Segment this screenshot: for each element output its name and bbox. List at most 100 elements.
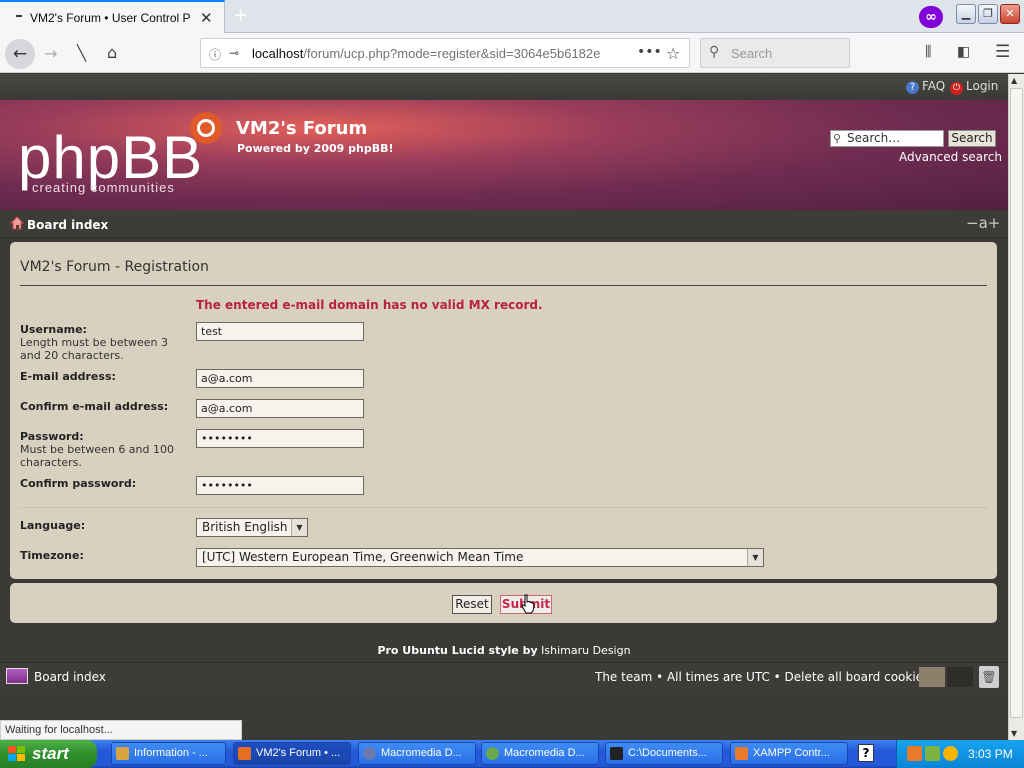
- email-field[interactable]: a@a.com: [196, 369, 364, 388]
- board-index-icon: [6, 668, 28, 684]
- forum-search-button[interactable]: Search: [948, 130, 996, 147]
- username-label: Username:: [20, 323, 87, 336]
- power-icon: ⏻: [950, 82, 963, 95]
- top-links-bar: ? FAQ ⏻ Login: [0, 74, 1008, 100]
- advanced-search-link[interactable]: Advanced search: [899, 150, 1002, 164]
- style-swatch-light[interactable]: [919, 667, 945, 687]
- xampp-tray-icon[interactable]: [907, 746, 922, 761]
- hamburger-menu-icon[interactable]: ☰: [995, 42, 1010, 62]
- search-tray-icon[interactable]: [943, 746, 958, 761]
- faq-link[interactable]: ? FAQ: [906, 79, 945, 94]
- language-label: Language:: [20, 519, 86, 532]
- url-bar[interactable]: ⓘ ⊸ localhost/forum/ucp.php?mode=registe…: [200, 38, 690, 68]
- phpbb-logo[interactable]: phpBB: [18, 128, 203, 188]
- search-icon: ⚲: [833, 132, 842, 145]
- site-title: VM2's Forum: [236, 118, 368, 139]
- login-link[interactable]: ⏻ Login: [950, 79, 998, 95]
- new-tab-icon[interactable]: +: [233, 5, 248, 26]
- stop-loading-button[interactable]: ╲: [77, 44, 86, 62]
- network-tray-icon[interactable]: [925, 746, 940, 761]
- forum-search-input[interactable]: ⚲ Search…: [830, 130, 944, 147]
- confirm-password-label: Confirm password:: [20, 477, 137, 490]
- site-description: Powered by 2009 phpBB!: [237, 142, 394, 155]
- footer-bar: Board index The team • All times are UTC…: [0, 662, 1008, 690]
- url-text[interactable]: localhost/forum/ucp.php?mode=register&si…: [252, 46, 602, 61]
- restore-button[interactable]: ❐: [978, 4, 998, 24]
- scroll-up-icon[interactable]: ▲: [1011, 76, 1017, 85]
- scroll-down-icon[interactable]: ▼: [1011, 729, 1017, 738]
- username-hint: Length must be between 3 and 20 characte…: [20, 336, 168, 362]
- title-divider: [20, 285, 987, 286]
- error-message: The entered e-mail domain has no valid M…: [196, 298, 543, 312]
- forward-button[interactable]: →: [44, 44, 57, 63]
- confirm-password-field[interactable]: ••••••••: [196, 476, 364, 495]
- email-label: E-mail address:: [20, 370, 116, 383]
- tab-title: VM2's Forum • User Control Panel: [30, 11, 190, 25]
- timezone-label: Timezone:: [20, 549, 84, 562]
- faq-icon: ?: [906, 81, 919, 94]
- chevron-down-icon[interactable]: ▼: [747, 549, 763, 566]
- taskbar-item-information[interactable]: Information - ...: [111, 742, 226, 765]
- reset-button[interactable]: Reset: [452, 595, 492, 614]
- xampp-icon: [735, 747, 748, 760]
- trash-icon[interactable]: 🗑: [979, 666, 999, 688]
- tab-close-icon[interactable]: ✕: [200, 9, 213, 27]
- password-field[interactable]: ••••••••: [196, 429, 364, 448]
- confirm-email-label: Confirm e-mail address:: [20, 400, 169, 413]
- site-info-icon[interactable]: ⓘ: [209, 46, 221, 63]
- breadcrumb-board-index[interactable]: Board index: [27, 218, 108, 232]
- library-icon[interactable]: ⫼: [925, 44, 931, 60]
- start-button[interactable]: start: [0, 740, 97, 768]
- search-placeholder: Search: [731, 46, 773, 61]
- page-viewport: ? FAQ ⏻ Login phpBB creating communities V…: [0, 74, 1008, 720]
- search-icon: ⚲: [709, 44, 720, 60]
- style-swatch-dark[interactable]: [947, 667, 973, 687]
- taskbar-item-xampp[interactable]: XAMPP Contr...: [730, 742, 848, 765]
- dreamweaver-icon: [486, 747, 499, 760]
- back-button[interactable]: ←: [5, 39, 35, 69]
- bookmark-star-icon[interactable]: ☆: [666, 44, 680, 63]
- chevron-down-icon[interactable]: ▼: [291, 519, 307, 536]
- font-size-control-icon[interactable]: −a+: [966, 214, 1000, 232]
- browser-search-input[interactable]: ⚲ Search: [700, 38, 850, 68]
- help-icon[interactable]: ?: [858, 744, 874, 762]
- system-clock: 3:03 PM: [968, 747, 1013, 761]
- username-field[interactable]: test: [196, 322, 364, 341]
- confirm-email-field[interactable]: a@a.com: [196, 399, 364, 418]
- windows-flag-icon: [8, 746, 25, 761]
- sidebar-icon[interactable]: ◧: [957, 44, 970, 60]
- home-button[interactable]: ⌂: [107, 43, 117, 62]
- password-hint: Must be between 6 and 100 characters.: [20, 443, 174, 469]
- page-actions-icon[interactable]: •••: [637, 44, 662, 60]
- vertical-scrollbar[interactable]: ▲ ▼: [1008, 74, 1024, 740]
- status-text: Waiting for localhost...: [0, 720, 242, 740]
- scrollbar-thumb[interactable]: [1010, 88, 1023, 718]
- registration-title: VM2's Forum - Registration: [20, 259, 209, 275]
- folder-icon: [116, 747, 129, 760]
- footer-board-index-link[interactable]: Board index: [34, 670, 106, 684]
- forum-header: phpBB creating communities VM2's Forum P…: [0, 100, 1008, 210]
- style-author-link[interactable]: Ishimaru Design: [541, 644, 630, 657]
- key-icon[interactable]: ⊸: [229, 46, 239, 60]
- browser-tab-active[interactable]: VM2's Forum • User Control Panel ✕: [0, 0, 225, 33]
- logo-tagline: creating communities: [32, 180, 175, 195]
- taskbar-item-documents[interactable]: C:\Documents...: [605, 742, 723, 765]
- minimize-button[interactable]: ▁: [956, 4, 976, 24]
- firefox-icon: [238, 747, 251, 760]
- language-select[interactable]: British English ▼: [196, 518, 308, 537]
- breadcrumb-bar: Board index −a+: [0, 210, 1008, 238]
- timezone-select[interactable]: [UTC] Western European Time, Greenwich M…: [196, 548, 764, 567]
- taskbar-item-macromedia-2[interactable]: Macromedia D...: [481, 742, 599, 765]
- ubuntu-logo-icon: [190, 112, 222, 144]
- mouse-cursor-icon: [521, 594, 535, 614]
- page-bottom-strip: [242, 720, 1008, 740]
- style-credit: Pro Ubuntu Lucid style by Ishimaru Desig…: [377, 644, 631, 657]
- password-label: Password:: [20, 430, 84, 443]
- tab-favicon-icon: [16, 15, 22, 17]
- registration-panel: VM2's Forum - Registration The entered e…: [10, 242, 997, 579]
- taskbar-item-firefox[interactable]: VM2's Forum • ...: [233, 742, 351, 765]
- private-browsing-icon: ∞: [919, 6, 943, 28]
- window-close-button[interactable]: ✕: [1000, 4, 1020, 24]
- taskbar-item-macromedia-1[interactable]: Macromedia D...: [358, 742, 476, 765]
- footer-links[interactable]: The team • All times are UTC • Delete al…: [595, 670, 929, 684]
